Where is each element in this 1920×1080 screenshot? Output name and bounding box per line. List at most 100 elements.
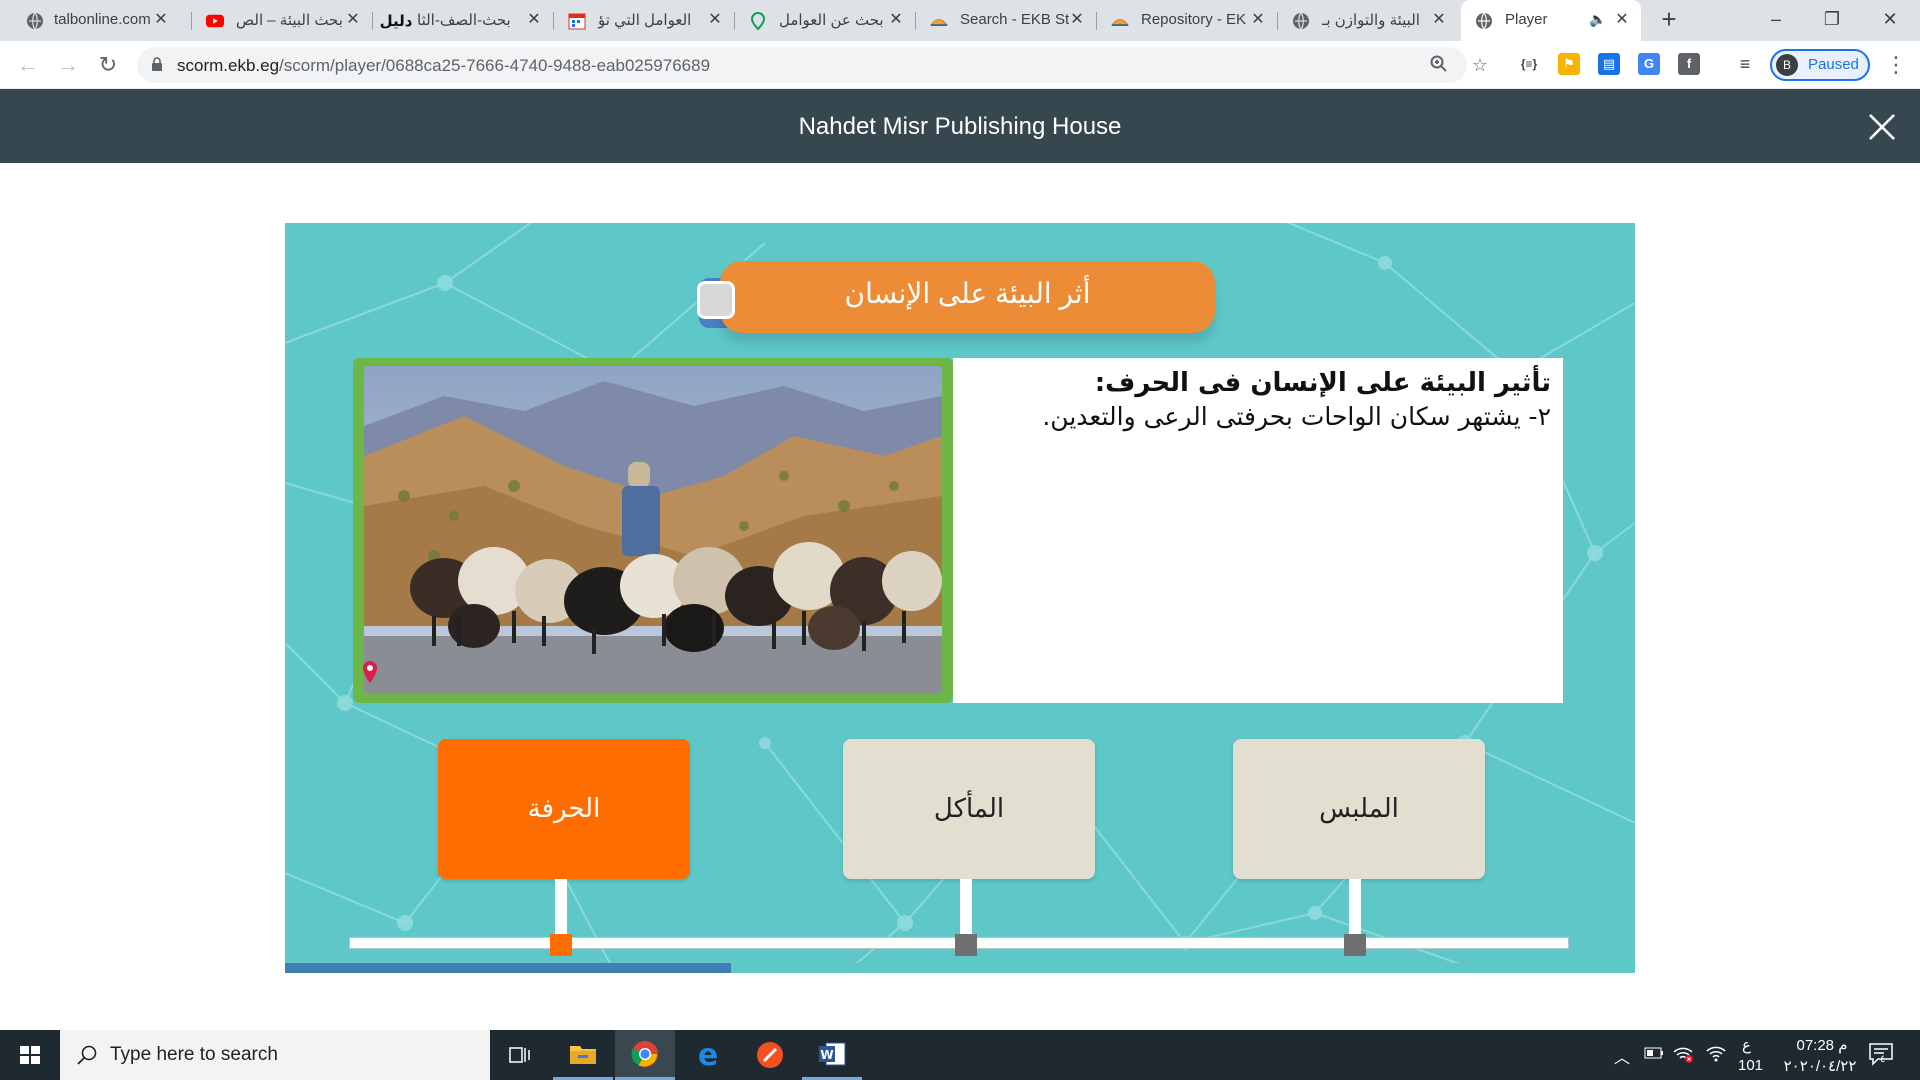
menu-icon[interactable]: ⋮ [1885, 51, 1907, 79]
bookmark-star-icon[interactable]: ☆ [1470, 55, 1490, 75]
ekb-icon [1111, 12, 1129, 30]
extension-icon[interactable]: ⚑ [1558, 53, 1580, 75]
browser-tab[interactable]: talbonline.com ✕ [0, 0, 180, 41]
text-panel: تأثير البيئة على الإنسان فى الحرف: ٢- يش… [953, 358, 1563, 703]
tab-title: Player [1505, 11, 1548, 28]
tab-title: Repository - EK [1141, 11, 1247, 28]
category-card-food[interactable]: المأكل [843, 739, 1095, 879]
tab-close-icon[interactable]: ✕ [344, 11, 362, 29]
input-layout[interactable]: 101 [1738, 1057, 1763, 1074]
word-icon[interactable]: W [802, 1030, 862, 1080]
lock-icon[interactable] [151, 57, 163, 71]
tab-close-icon[interactable]: ✕ [1613, 11, 1631, 29]
wifi-icon[interactable] [1706, 1044, 1726, 1067]
tab-close-icon[interactable]: ✕ [887, 11, 905, 29]
url-path: /scorm/player/0688ca25-7666-4740-9488-ea… [279, 56, 711, 75]
browser-tab[interactable]: بحث البيئة – الص ✕ [192, 0, 372, 41]
maximize-button[interactable]: ❐ [1812, 4, 1852, 34]
globe-icon [1475, 12, 1493, 30]
tab-close-icon[interactable]: ✕ [152, 11, 170, 29]
minimize-button[interactable]: – [1756, 4, 1796, 34]
facebook-icon[interactable]: f [1678, 53, 1700, 75]
tab-strip: talbonline.com ✕ بحث البيئة – الص ✕ دليل… [0, 0, 1920, 41]
input-language[interactable]: ع [1742, 1036, 1751, 1054]
new-tab-button[interactable]: + [1657, 6, 1681, 32]
notification-count: ٤ [1880, 1054, 1886, 1065]
tab-title: talbonline.com [54, 11, 151, 28]
browser-tab[interactable]: العوامل التي تؤ ✕ [554, 0, 734, 41]
ekb-icon [930, 12, 948, 30]
globe-icon [26, 12, 44, 30]
battery-icon[interactable] [1644, 1046, 1664, 1065]
address-bar[interactable]: scorm.ekb.eg/scorm/player/0688ca25-7666-… [137, 47, 1467, 83]
tray-chevron-icon[interactable]: ︿ [1614, 1044, 1630, 1068]
timeline-connector [1349, 879, 1361, 937]
browser-tab[interactable]: Search - EKB St ✕ [916, 0, 1096, 41]
clock-date[interactable]: ٢٠٢٠/٠٤/٢٢ [1770, 1057, 1870, 1075]
tab-close-icon[interactable]: ✕ [706, 11, 724, 29]
task-view-icon[interactable] [490, 1030, 550, 1080]
tab-title: بحث عن العوامل [779, 12, 884, 29]
tab-close-icon[interactable]: ✕ [1068, 11, 1086, 29]
network-error-icon[interactable] [1672, 1044, 1694, 1069]
timeline-marker-food[interactable] [955, 934, 977, 956]
file-explorer-icon[interactable] [553, 1030, 613, 1080]
clock-time[interactable]: 07:28 م [1782, 1036, 1862, 1054]
taskbar-search[interactable]: Type here to search [60, 1030, 490, 1080]
timeline-marker-craft[interactable] [550, 934, 572, 956]
browser-tab[interactable]: البيئة والتوازن بـ ✕ [1278, 0, 1458, 41]
browser-tab-active[interactable]: Player 🔈 ✕ [1461, 0, 1641, 41]
url-text[interactable]: scorm.ekb.eg/scorm/player/0688ca25-7666-… [177, 56, 710, 76]
tab-title: بحث البيئة – الص [236, 12, 343, 29]
media-control-icon[interactable]: ≡ [1734, 53, 1756, 75]
photo-frame [353, 358, 953, 703]
svg-text:W: W [820, 1048, 833, 1062]
timeline-connector [555, 879, 567, 937]
windows-taskbar: Type here to search e W ︿ ع 101 07:28 م … [0, 1030, 1920, 1080]
start-button[interactable] [0, 1030, 60, 1080]
extension-icon[interactable]: {≡} [1518, 53, 1540, 75]
category-label: الحرفة [527, 794, 601, 824]
player-header: Nahdet Misr Publishing House [0, 89, 1920, 163]
calendar-icon [568, 12, 586, 30]
category-card-craft[interactable]: الحرفة [438, 739, 690, 879]
profile-status: Paused [1808, 56, 1859, 73]
reload-icon[interactable]: ↻ [94, 51, 122, 79]
zoom-icon[interactable] [1429, 55, 1449, 75]
category-card-clothing[interactable]: الملبس [1233, 739, 1485, 879]
speaker-muted-icon[interactable]: 🔈 [1589, 11, 1606, 28]
url-host: scorm.ekb.eg [177, 56, 280, 75]
avatar: B [1776, 54, 1798, 76]
browser-tab[interactable]: Repository - EK ✕ [1097, 0, 1277, 41]
forward-icon[interactable]: → [54, 51, 82, 79]
window-close-button[interactable]: ✕ [1870, 4, 1910, 34]
search-placeholder: Type here to search [110, 1044, 278, 1065]
content-body: ٢- يشتهر سكان الواحات بحرفتى الرعى والتع… [1042, 402, 1551, 431]
timeline-marker-clothing[interactable] [1344, 934, 1366, 956]
dalil-icon: دليل [379, 13, 413, 30]
tab-close-icon[interactable]: ✕ [1249, 11, 1267, 29]
app-icon[interactable] [740, 1030, 800, 1080]
notification-center-icon[interactable]: ٤ [1868, 1042, 1894, 1071]
tab-title: بحث-الصف-الثا [417, 12, 511, 29]
slide: أثر البيئة على الإنسان تأثير البيئة على … [285, 223, 1635, 973]
tab-title: العوامل التي تؤ [598, 12, 692, 29]
banner-tab-shape [697, 281, 735, 319]
chrome-icon[interactable] [615, 1030, 675, 1080]
tab-close-icon[interactable]: ✕ [1430, 11, 1448, 29]
profile-button[interactable]: B Paused [1770, 49, 1870, 81]
category-label: المأكل [933, 794, 1005, 824]
translate-icon[interactable]: G [1638, 53, 1660, 75]
tab-close-icon[interactable]: ✕ [525, 11, 543, 29]
edge-icon[interactable]: e [678, 1030, 738, 1080]
close-icon[interactable] [1866, 111, 1898, 143]
slide-title: أثر البيئة على الإنسان [844, 278, 1091, 309]
slide-progress-fill [285, 963, 731, 973]
windows-logo-icon [20, 1046, 40, 1064]
extension-icon[interactable]: ▤ [1598, 53, 1620, 75]
svg-text:e: e [698, 1041, 718, 1069]
browser-tab[interactable]: دليل بحث-الصف-الثا ✕ [373, 0, 553, 41]
map-pin-icon [363, 661, 377, 683]
browser-tab[interactable]: بحث عن العوامل ✕ [735, 0, 915, 41]
back-icon[interactable]: ← [14, 51, 42, 79]
